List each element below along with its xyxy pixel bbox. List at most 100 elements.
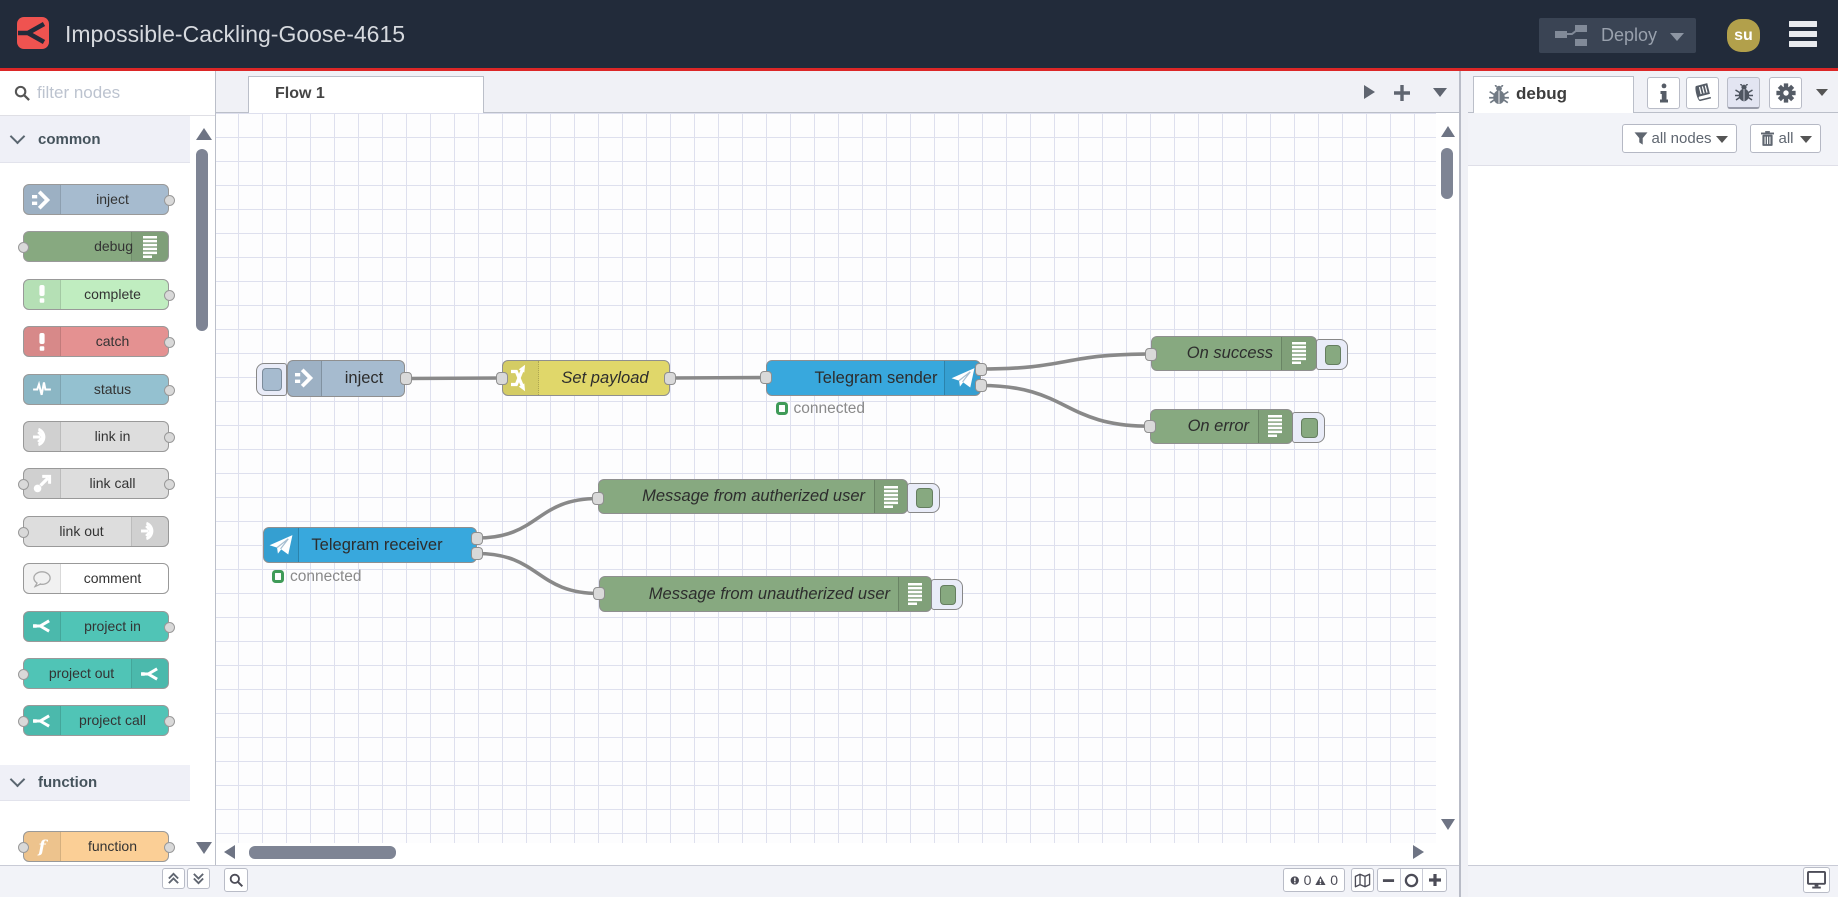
palette-node-function[interactable]: f function	[17, 831, 175, 862]
output-port[interactable]	[163, 842, 175, 853]
wire[interactable]	[979, 352, 1153, 371]
input-port[interactable]	[17, 842, 29, 853]
palette-node-link-call[interactable]: link call	[17, 468, 175, 500]
wire[interactable]	[475, 551, 601, 596]
palette-node-status[interactable]: status	[23, 373, 175, 405]
sidebar-resize-handle[interactable]	[1461, 71, 1468, 897]
zoom-reset-button[interactable]	[1401, 868, 1424, 892]
canvas-scroll-down-arrow[interactable]	[1441, 819, 1455, 830]
canvas-hscrollbar-thumb[interactable]	[249, 846, 396, 859]
tab-flow-1[interactable]: Flow 1	[248, 76, 484, 113]
input-port[interactable]	[17, 479, 29, 491]
palette-node-project-in[interactable]: project in	[23, 610, 175, 642]
wire[interactable]	[668, 375, 768, 380]
deploy-options-caret[interactable]	[1670, 33, 1684, 41]
open-debug-window-button[interactable]	[1803, 867, 1830, 893]
input-port[interactable]	[593, 587, 605, 600]
user-avatar[interactable]: su	[1727, 19, 1760, 52]
palette-node-catch[interactable]: catch	[23, 326, 175, 358]
flow-node-on-success[interactable]: On success	[1150, 335, 1317, 371]
add-flow-button[interactable]	[1392, 83, 1412, 103]
output-port[interactable]	[471, 547, 483, 560]
palette-category-common[interactable]: common	[0, 116, 190, 163]
sidebar-info-tab-button[interactable]	[1647, 77, 1680, 109]
tab-debug[interactable]: debug	[1473, 76, 1634, 113]
wire[interactable]	[979, 383, 1152, 428]
wire[interactable]	[403, 376, 504, 381]
input-port[interactable]	[17, 669, 29, 680]
wire[interactable]	[475, 496, 600, 540]
output-port[interactable]	[975, 379, 987, 392]
flow-node-on-error[interactable]: On error	[1150, 408, 1293, 444]
output-port[interactable]	[163, 384, 175, 396]
palette-node-project-out[interactable]: project out	[17, 658, 169, 689]
debug-filter-button[interactable]: all nodes	[1621, 124, 1737, 153]
main-menu-button[interactable]	[1789, 21, 1817, 47]
palette-node-project-call[interactable]: project call	[17, 705, 175, 737]
output-port[interactable]	[975, 362, 987, 376]
input-port[interactable]	[592, 492, 604, 505]
flow-list-caret[interactable]	[1433, 88, 1447, 97]
zoom-out-button[interactable]	[1378, 868, 1401, 892]
palette-category-function[interactable]: function	[0, 765, 190, 801]
debug-messages-panel[interactable]	[1468, 166, 1838, 865]
input-port[interactable]	[760, 371, 772, 384]
palette-search-input[interactable]	[37, 71, 197, 115]
palette-node-link-out[interactable]: link out	[17, 515, 169, 547]
navigator-button[interactable]	[1351, 868, 1374, 892]
canvas-scroll-up-arrow[interactable]	[1441, 126, 1455, 137]
output-port[interactable]	[163, 289, 175, 301]
input-port[interactable]	[17, 242, 29, 254]
flow-node-telegram-sender[interactable]: Telegram sender	[766, 359, 981, 396]
output-port[interactable]	[664, 371, 676, 385]
palette-expand-all-button[interactable]	[187, 868, 210, 889]
canvas-search-button[interactable]	[224, 868, 248, 892]
palette-node-inject[interactable]: inject	[23, 184, 175, 215]
output-port[interactable]	[163, 621, 175, 633]
canvas-scroll-left-arrow[interactable]	[224, 845, 235, 859]
canvas-vscrollbar-thumb[interactable]	[1441, 148, 1453, 199]
output-port[interactable]	[163, 716, 175, 728]
sidebar-menu-caret[interactable]	[1816, 89, 1828, 96]
output-port[interactable]	[163, 195, 175, 206]
flowfuse-logo[interactable]	[17, 17, 49, 49]
next-tab-button[interactable]	[1364, 85, 1375, 99]
palette-scrollbar-thumb[interactable]	[196, 149, 208, 331]
input-port[interactable]	[496, 371, 508, 385]
input-port[interactable]	[1144, 419, 1156, 433]
output-port[interactable]	[163, 432, 175, 443]
input-port[interactable]	[17, 526, 29, 538]
canvas-scroll-right-arrow[interactable]	[1413, 845, 1424, 859]
palette-node-link-in[interactable]: link in	[23, 421, 175, 452]
flow-node-msg-auth[interactable]: Message from autherized user	[598, 479, 908, 514]
notification-counters[interactable]: 0 0	[1283, 868, 1345, 892]
zoom-in-button[interactable]	[1423, 868, 1446, 892]
palette-node-debug[interactable]: debug	[17, 231, 169, 263]
flow-node-msg-unauth[interactable]: Message from unautherized user	[599, 575, 932, 612]
flow-node-inject-node[interactable]: inject	[287, 359, 405, 397]
debug-toggle-button[interactable]	[907, 482, 940, 513]
debug-toggle-button[interactable]	[1315, 339, 1348, 370]
debug-toggle-button[interactable]	[930, 579, 963, 610]
palette-collapse-all-button[interactable]	[162, 868, 185, 889]
input-port[interactable]	[17, 716, 29, 728]
palette-node-comment[interactable]: comment	[23, 563, 169, 595]
output-port[interactable]	[163, 479, 175, 491]
input-port[interactable]	[1144, 347, 1157, 361]
sidebar-help-tab-button[interactable]	[1686, 77, 1719, 109]
palette-scroll-up-arrow[interactable]	[196, 128, 212, 140]
deploy-button[interactable]: Deploy	[1539, 18, 1696, 53]
output-port[interactable]	[399, 372, 412, 385]
debug-clear-button[interactable]: all	[1749, 124, 1821, 153]
output-port[interactable]	[163, 337, 175, 349]
output-port[interactable]	[471, 531, 483, 545]
inject-button[interactable]	[256, 363, 287, 396]
flow-node-set-payload[interactable]: Set payload	[502, 360, 670, 396]
flow-node-telegram-receiver[interactable]: Telegram receiver	[262, 527, 477, 563]
sidebar-debug-tab-button[interactable]	[1727, 77, 1760, 109]
sidebar-config-tab-button[interactable]	[1769, 77, 1802, 109]
palette-search[interactable]	[0, 71, 215, 116]
palette-node-complete[interactable]: complete	[23, 278, 175, 310]
debug-toggle-button[interactable]	[1292, 412, 1325, 443]
palette-scroll-down-arrow[interactable]	[196, 842, 212, 854]
